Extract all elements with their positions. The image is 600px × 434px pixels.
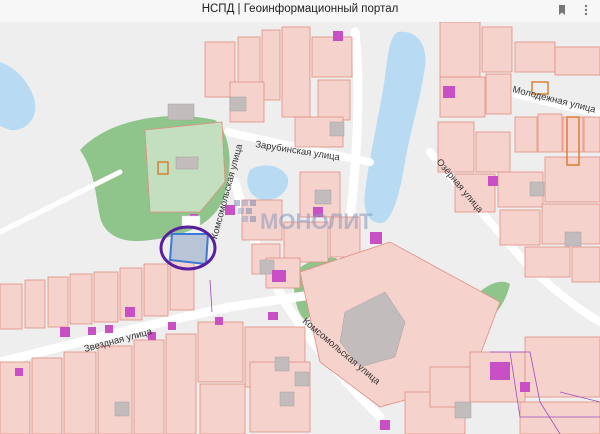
building	[488, 176, 498, 186]
parcel	[524, 336, 600, 398]
parcel	[514, 116, 538, 153]
building-grey	[259, 259, 275, 275]
parcel	[197, 321, 244, 383]
parcel	[429, 366, 471, 408]
building-grey	[279, 391, 295, 407]
building-grey	[529, 181, 545, 197]
parcel	[0, 283, 23, 330]
parcel	[97, 345, 133, 434]
parcel	[571, 246, 600, 283]
parcel	[481, 26, 513, 73]
watermark-text: МОНОЛИТ	[260, 209, 373, 234]
parcel	[311, 36, 353, 78]
building	[125, 307, 135, 317]
parcel	[583, 116, 600, 153]
building-grey	[329, 121, 345, 137]
parcel	[475, 131, 511, 173]
building	[333, 31, 343, 41]
building	[60, 327, 70, 337]
parcel	[537, 113, 563, 153]
building	[15, 368, 23, 376]
building-grey	[175, 156, 199, 170]
parcel	[165, 333, 197, 434]
parcel	[63, 351, 97, 434]
map-canvas[interactable]: Зарубинская улица Комсомольская улица Ко…	[0, 22, 600, 434]
building	[443, 86, 455, 98]
building-grey	[274, 356, 290, 372]
parcel	[439, 22, 481, 78]
parcel	[499, 209, 541, 246]
building	[268, 312, 278, 320]
building	[380, 420, 390, 430]
building	[272, 270, 286, 282]
map-view[interactable]: Зарубинская улица Комсомольская улица Ко…	[0, 22, 600, 434]
parcel	[524, 246, 571, 278]
parcel	[133, 339, 165, 434]
parcel	[199, 383, 246, 434]
building	[520, 382, 530, 392]
parcel	[519, 401, 600, 434]
menu-dots-icon[interactable]	[580, 4, 592, 16]
building-grey	[564, 231, 582, 247]
title-bar: НСПД | Геоинформационный портал	[0, 0, 600, 23]
building	[88, 327, 96, 335]
nspd-window: НСПД | Геоинформационный портал Зарубинс…	[0, 0, 600, 434]
parcel	[143, 263, 169, 317]
building-grey	[167, 103, 195, 121]
building	[105, 325, 113, 333]
building	[490, 362, 510, 380]
bookmark-icon[interactable]	[556, 4, 568, 16]
selected-parcel	[168, 233, 210, 266]
building	[215, 317, 223, 325]
parcel	[69, 273, 93, 325]
parcel	[485, 73, 512, 115]
parcel	[281, 26, 311, 118]
building-grey	[294, 371, 310, 387]
parcel	[562, 116, 584, 153]
parcel	[24, 279, 46, 329]
building-grey	[454, 401, 472, 419]
parcel	[514, 41, 556, 73]
parcel	[554, 46, 600, 76]
parcel	[93, 271, 119, 323]
parcel	[317, 79, 351, 121]
window-title: НСПД | Геоинформационный портал	[201, 3, 399, 15]
parcel	[544, 156, 600, 203]
parcel	[47, 276, 69, 328]
parcel	[261, 29, 281, 101]
parcel	[31, 357, 63, 434]
building-grey	[229, 96, 247, 112]
building	[168, 322, 176, 330]
building-grey	[114, 401, 130, 417]
building-grey	[314, 189, 332, 205]
